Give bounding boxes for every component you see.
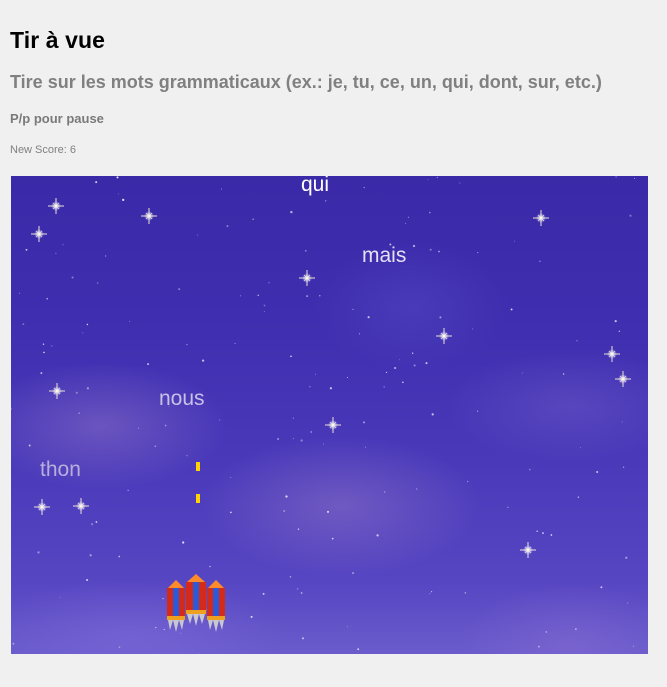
- word-target-thon[interactable]: thon: [40, 458, 81, 482]
- page-title: Tir à vue: [10, 27, 106, 53]
- sparkle-star-icon: [48, 198, 64, 214]
- word-target-mais[interactable]: mais: [362, 244, 406, 268]
- sparkle-star-icon: [73, 498, 89, 514]
- instructions-subtitle: Tire sur les mots grammaticaux (ex.: je,…: [10, 72, 602, 92]
- game-canvas[interactable]: qui mais nous thon: [11, 176, 648, 654]
- bullet-projectile: [196, 462, 200, 471]
- player-ship-icon[interactable]: [164, 574, 230, 638]
- pause-hint: P/p pour pause: [10, 111, 104, 126]
- sparkle-star-icon: [141, 208, 157, 224]
- rocket-right-icon: [207, 580, 225, 632]
- bullet-projectile: [196, 494, 200, 503]
- sparkle-star-icon: [31, 226, 47, 242]
- sparkle-star-icon: [533, 210, 549, 226]
- word-target-qui[interactable]: qui: [301, 176, 329, 197]
- word-target-nous[interactable]: nous: [159, 387, 205, 411]
- rocket-left-icon: [167, 580, 185, 632]
- score-display: New Score: 6: [10, 144, 77, 156]
- starfield-background: [11, 176, 636, 654]
- sparkle-star-icon: [49, 383, 65, 399]
- sparkle-star-icon: [299, 270, 315, 286]
- sparkle-star-icon: [520, 542, 536, 558]
- sparkle-star-icon: [325, 417, 341, 433]
- page: Tir à vue Tire sur les mots grammaticaux…: [0, 0, 667, 687]
- sparkle-star-icon: [615, 371, 631, 387]
- sparkle-star-icon: [436, 328, 452, 344]
- sparkle-star-icon: [604, 346, 620, 362]
- sparkle-star-icon: [34, 499, 50, 515]
- rocket-center-icon: [186, 574, 206, 626]
